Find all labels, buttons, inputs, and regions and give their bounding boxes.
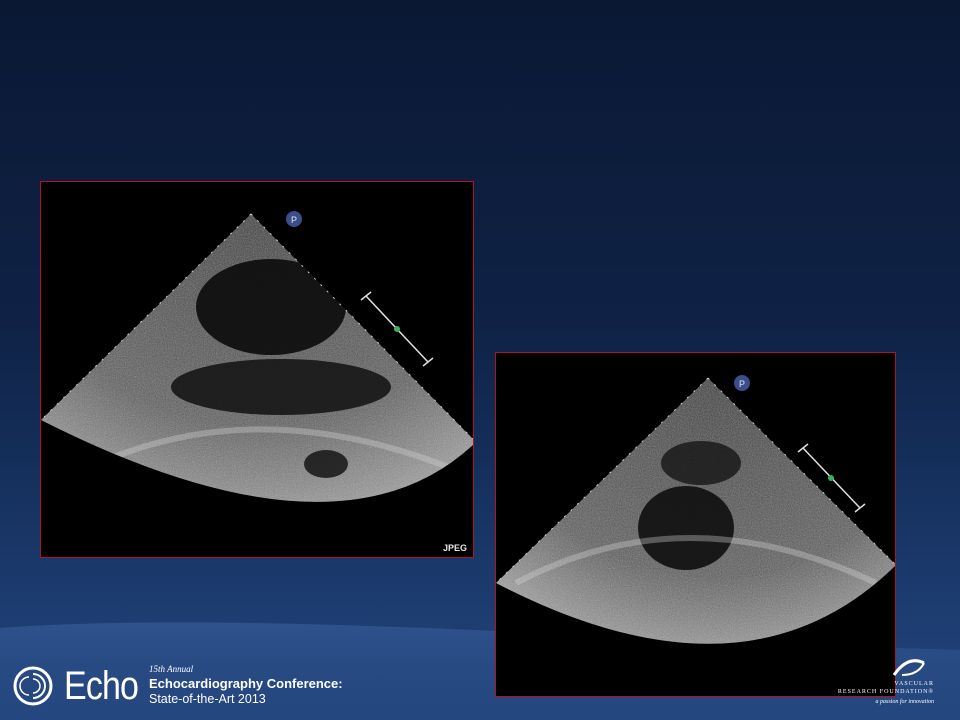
scale-marker-dot (394, 326, 400, 332)
sponsor-line1: VASCULAR (894, 681, 934, 687)
ultrasound-sector-right: P (496, 375, 895, 644)
sponsor-logo: VASCULAR RESEARCH FOUNDATION® a passion … (838, 655, 956, 715)
slide: P JPEG P Echo 15th Annual Echocardiograp… (0, 0, 960, 720)
conference-title: Echocardiography Conference: (149, 676, 343, 691)
echo-image-left: P JPEG (40, 181, 474, 558)
conference-annual: 15th Annual (149, 664, 194, 674)
echo-image-right: P (495, 352, 896, 697)
echo-logo-icon (13, 666, 53, 706)
scale-marker-dot (828, 475, 834, 481)
echo-brand-wordmark: Echo (64, 664, 139, 708)
sponsor-mark-icon (892, 659, 925, 676)
jpeg-tag: JPEG (442, 543, 467, 553)
probe-badge-label: P (291, 215, 297, 225)
ultrasound-sector-left: P (41, 211, 473, 502)
sponsor-line2: RESEARCH FOUNDATION® (837, 689, 934, 695)
sponsor-tagline: a passion for innovation (875, 699, 934, 705)
conference-subtitle: State-of-the-Art 2013 (149, 692, 266, 706)
probe-badge-label: P (739, 379, 745, 389)
